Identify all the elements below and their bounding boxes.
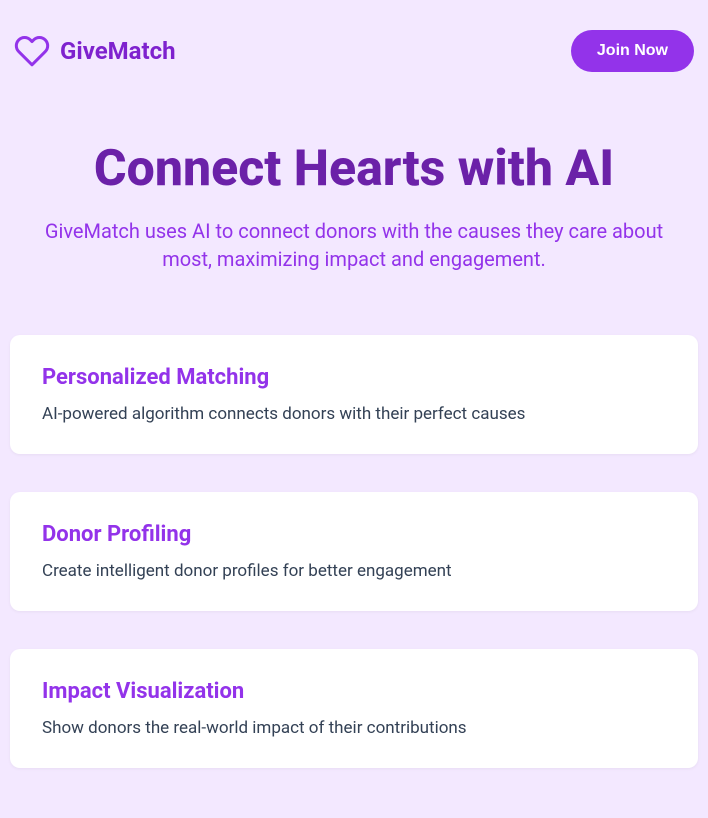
feature-card-impact-visualization: Impact Visualization Show donors the rea…: [10, 649, 698, 768]
brand-name: GiveMatch: [60, 37, 176, 65]
hero-title: Connect Hearts with AI: [10, 142, 698, 197]
brand-logo[interactable]: GiveMatch: [14, 33, 176, 69]
header: GiveMatch Join Now: [10, 10, 698, 82]
feature-card-personalized-matching: Personalized Matching AI-powered algorit…: [10, 335, 698, 454]
feature-description: AI-powered algorithm connects donors wit…: [42, 404, 666, 424]
heart-icon: [14, 33, 50, 69]
feature-card-donor-profiling: Donor Profiling Create intelligent donor…: [10, 492, 698, 611]
feature-description: Show donors the real-world impact of the…: [42, 718, 666, 738]
join-now-button[interactable]: Join Now: [571, 30, 694, 72]
feature-description: Create intelligent donor profiles for be…: [42, 561, 666, 581]
feature-title: Donor Profiling: [42, 522, 666, 547]
feature-title: Impact Visualization: [42, 679, 666, 704]
feature-title: Personalized Matching: [42, 365, 666, 390]
hero-subtitle: GiveMatch uses AI to connect donors with…: [10, 217, 698, 273]
features-section: Personalized Matching AI-powered algorit…: [10, 323, 698, 818]
hero-section: Connect Hearts with AI GiveMatch uses AI…: [10, 82, 698, 323]
